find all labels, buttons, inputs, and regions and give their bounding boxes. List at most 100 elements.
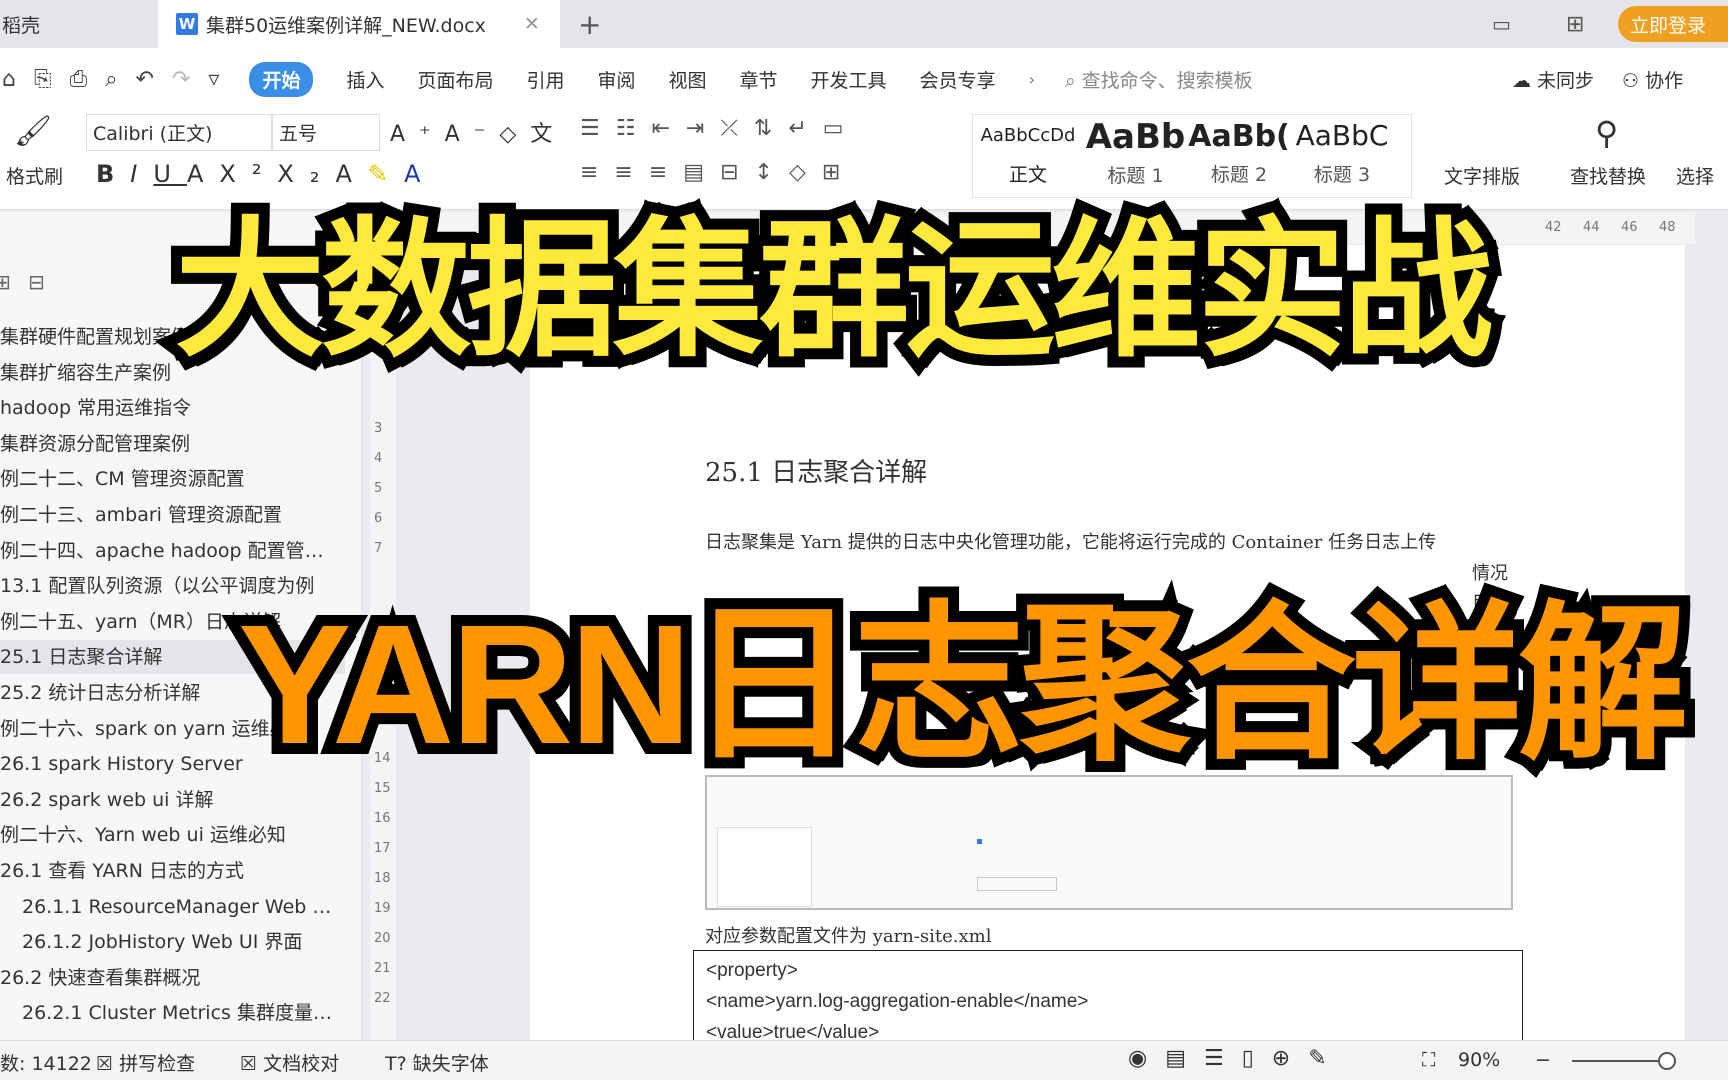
zoom-out-button[interactable]: − [1535, 1049, 1551, 1071]
select-button[interactable]: 选择 [1676, 162, 1714, 189]
ruler-tick: 16 [374, 811, 391, 826]
sync-label: 未同步 [1537, 69, 1595, 92]
zoom-slider[interactable] [1572, 1060, 1662, 1062]
menu-insert[interactable]: 插入 [346, 66, 384, 93]
menu-view[interactable]: 视图 [669, 66, 707, 93]
missing-font-label: 缺失字体 [412, 1053, 489, 1075]
ruler-tick: 5 [374, 481, 383, 496]
paragraph-tools[interactable]: ☰☷⇤⇥⤫⇅↵▭ [580, 116, 860, 141]
align-tools[interactable]: ≡≡≡▤⊟↕◇⊞ [580, 160, 856, 185]
toc-item[interactable]: 例二十二、CM 管理资源配置 [0, 462, 345, 496]
ribbon: 🖌 格式刷 Calibri (正文) 五号 A⁺A⁻◇文 BIUAX²X₂A✎A… [0, 110, 1728, 210]
proof-label: 文档校对 [263, 1053, 340, 1075]
menu-member[interactable]: 会员专享 [920, 66, 996, 93]
code-line: <property> [706, 960, 798, 981]
menu-developer[interactable]: 开发工具 [811, 66, 887, 93]
ruler-tick: 48 [1659, 220, 1676, 235]
menu-review[interactable]: 审阅 [598, 66, 636, 93]
spell-label: 拼写检查 [119, 1053, 196, 1075]
menu-references[interactable]: 引用 [526, 66, 564, 93]
writer-icon: W [176, 13, 198, 35]
zoom-select[interactable]: 90% [1458, 1049, 1500, 1071]
search-input[interactable]: ⌕ 查找命令、搜索模板 [1065, 66, 1253, 93]
caption: 对应参数配置文件为 yarn-site.xml [705, 926, 992, 947]
toc-item[interactable]: 26.2 快速查看集群概况 [0, 961, 345, 995]
find-replace-button[interactable]: 查找替换 [1570, 162, 1646, 189]
more-icon[interactable]: ▿ [208, 67, 219, 92]
style-heading-3[interactable]: AaBbC 标题 3 [1291, 119, 1393, 187]
preview-icon[interactable]: ⌕ [105, 67, 117, 92]
toc-item[interactable]: 26.2 spark web ui 详解 [0, 783, 345, 817]
tab-label: 稻壳 [2, 14, 41, 37]
menu-bar: ⌂ ⎘ ⎙ ⌕ ↶ ↷ ▿ 开始 插入 页面布局 引用 审阅 视图 章节 开发工具 会员专享… [0, 48, 1728, 110]
font-tools[interactable]: A⁺A⁻◇文 [390, 116, 566, 148]
collab-label: 协作 [1645, 69, 1684, 92]
format-tools[interactable]: BIUAX²X₂A✎A [96, 160, 436, 188]
tab-document[interactable]: W 集群50运维案例详解_NEW.docx ✕ [158, 0, 560, 48]
toc-item[interactable]: hadoop 常用运维指令 [0, 391, 345, 425]
close-icon[interactable]: ✕ [524, 13, 540, 35]
view-mode-icons[interactable]: ◉▤☰▯⊕✎ [1128, 1046, 1345, 1071]
expand-all-icon[interactable]: ⊞ [0, 270, 11, 294]
format-painter-icon[interactable]: 🖌 [14, 114, 52, 149]
style-heading-1[interactable]: AaBb 标题 1 [1083, 117, 1188, 188]
new-tab-button[interactable]: + [578, 0, 601, 48]
ruler-tick: 18 [374, 871, 391, 886]
layout-icon[interactable]: ▭ [1492, 0, 1511, 48]
status-bar: 数: 14122 ☒ 拼写检查 ☒ 文档校对 T? 缺失字体 ◉▤☰▯⊕✎ ⛶ … [0, 1040, 1728, 1080]
ruler-tick: 6 [374, 511, 383, 526]
undo-icon[interactable]: ↶ [136, 67, 154, 92]
ruler-tick: 19 [374, 901, 391, 916]
menu-home[interactable]: 开始 [249, 61, 314, 97]
redo-icon[interactable]: ↷ [172, 67, 190, 92]
menu-chapter[interactable]: 章节 [740, 66, 778, 93]
login-button[interactable]: 立即登录 [1618, 6, 1728, 42]
print-icon[interactable]: ⎙ [70, 67, 88, 92]
menu-page-layout[interactable]: 页面布局 [417, 66, 493, 93]
collab-button[interactable]: ⚇ 协作 [1622, 66, 1683, 93]
toc-item[interactable]: 26.1.2 JobHistory Web UI 界面 [0, 925, 345, 959]
toc-item[interactable]: 26.1.1 ResourceManager Web … [0, 890, 345, 924]
style-preview: AaBb [1085, 117, 1186, 157]
toc-item[interactable]: 26.1 查看 YARN 日志的方式 [0, 854, 345, 888]
find-icon: ⚲ [1595, 114, 1619, 152]
spell-check-button[interactable]: ☒ 拼写检查 [96, 1049, 195, 1076]
sync-status[interactable]: ☁ 未同步 [1512, 66, 1594, 93]
text-layout-button[interactable]: 文字排版 [1444, 162, 1520, 189]
zoom-slider-handle[interactable] [1658, 1052, 1676, 1070]
tab-home[interactable]: 稻壳 [0, 0, 150, 48]
ruler-tick: 7 [374, 541, 383, 556]
toc-item[interactable]: 26.2.1 Cluster Metrics 集群度量… [0, 996, 345, 1030]
paragraph-fragment: 情况 [1472, 563, 1508, 584]
word-count[interactable]: 数: 14122 [0, 1049, 92, 1076]
style-label: 标题 2 [1210, 164, 1268, 186]
apps-grid-icon[interactable]: ⊞ [1566, 0, 1584, 48]
ruler-tick: 46 [1621, 220, 1638, 235]
font-size-value: 五号 [279, 123, 318, 145]
format-painter-label[interactable]: 格式刷 [6, 162, 63, 189]
font-value: Calibri (正文) [93, 123, 213, 145]
toc-item[interactable]: 集群资源分配管理案例 [0, 427, 345, 461]
search-placeholder: 查找命令、搜索模板 [1081, 69, 1253, 92]
ruler-tick: 21 [374, 961, 391, 976]
ruler-tick: 42 [1545, 220, 1562, 235]
toc-item[interactable]: 例二十四、apache hadoop 配置管… [0, 534, 345, 568]
home-icon[interactable]: ⌂ [2, 67, 16, 92]
style-normal[interactable]: AaBbCcDd 正文 [977, 125, 1079, 187]
collapse-all-icon[interactable]: ⊟ [28, 270, 45, 294]
fit-icon[interactable]: ⛶ [1422, 1049, 1435, 1071]
style-heading-2[interactable]: AaBb(标题 2 [1188, 119, 1290, 187]
font-select[interactable]: Calibri (正文) [86, 114, 272, 151]
toc-item[interactable]: 例二十三、ambari 管理资源配置 [0, 498, 345, 532]
style-gallery: AaBbCcDd 正文 AaBb 标题 1 AaBb(标题 2 AaBbC 标题 3 [972, 114, 1412, 198]
font-size-select[interactable]: 五号 [272, 114, 380, 151]
search-icon: ⌕ [1064, 69, 1076, 92]
tab-bar: 稻壳 W 集群50运维案例详解_NEW.docx ✕ + ▭ ⊞ 立即登录 [0, 0, 1728, 48]
style-label: 标题 3 [1313, 164, 1371, 186]
missing-font-button[interactable]: T? 缺失字体 [385, 1049, 489, 1076]
chevron-right-icon[interactable]: › [1029, 70, 1035, 89]
toc-item[interactable]: 例二十六、Yarn web ui 运维必知 [0, 818, 345, 852]
export-icon[interactable]: ⎘ [34, 67, 52, 92]
style-label: 正文 [1008, 164, 1047, 186]
proofread-button[interactable]: ☒ 文档校对 [240, 1049, 339, 1076]
